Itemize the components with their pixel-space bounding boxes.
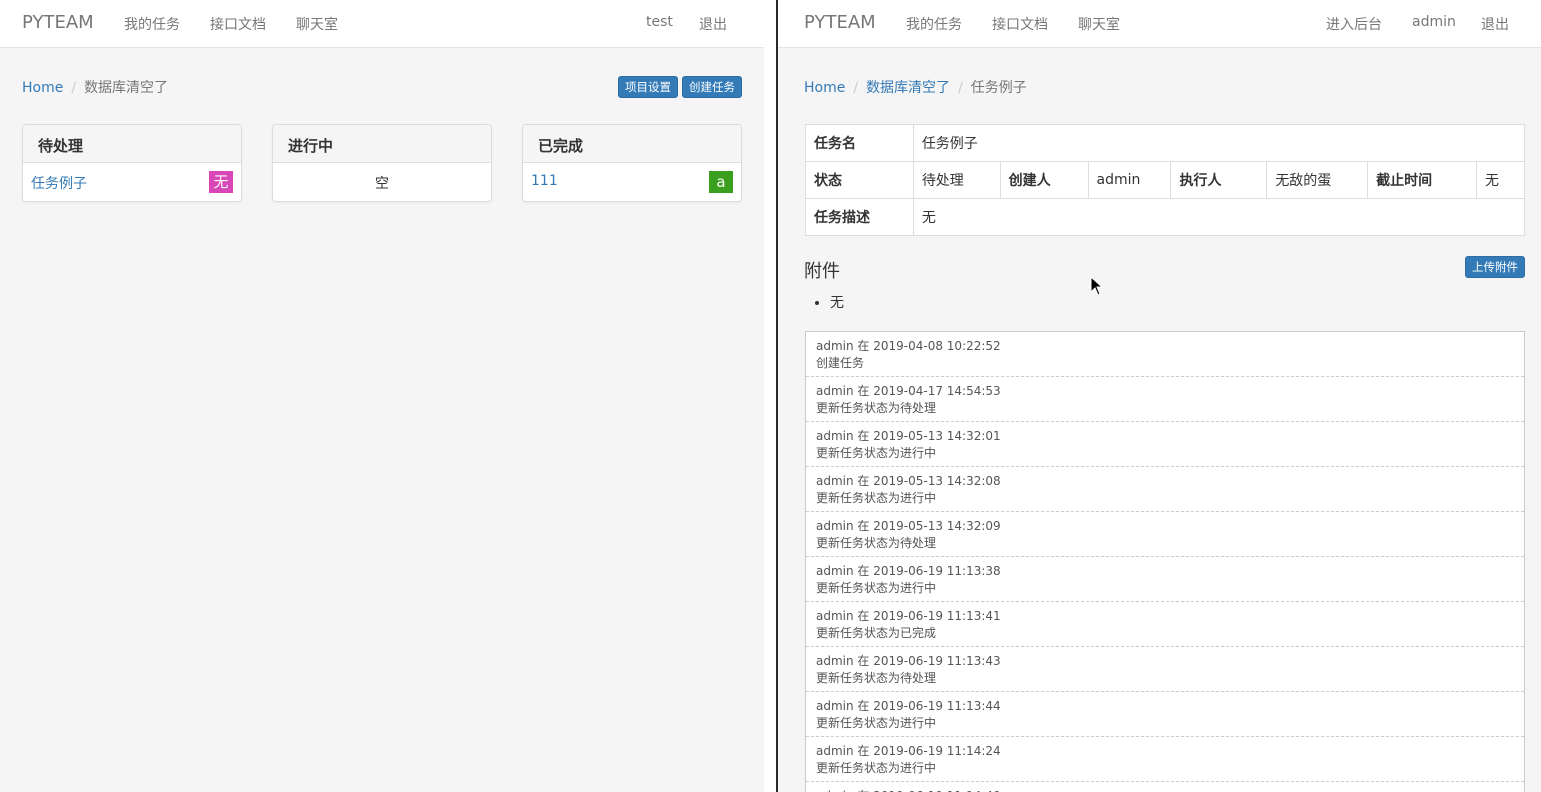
breadcrumb-home[interactable]: Home [804,80,845,96]
nav-logout[interactable]: 退出 [699,14,727,34]
breadcrumb: Home / 数据库清空了 / 任务例子 [804,77,1027,97]
nav-my-tasks[interactable]: 我的任务 [124,14,180,34]
column-done: 已完成 111 a [522,124,742,202]
right-window: PYTEAM 我的任务 接口文档 聊天室 进入后台 admin 退出 Home /… [778,0,1541,792]
top-navbar: PYTEAM 我的任务 接口文档 聊天室 进入后台 admin 退出 [778,0,1541,48]
column-pending: 待处理 任务例子 无 [22,124,242,202]
log-entry-text: 更新任务状态为进行中 [816,761,937,775]
deadline-value: 无 [1475,161,1526,199]
log-entry-text: 更新任务状态为待处理 [816,536,937,550]
column-title: 进行中 [273,125,491,163]
breadcrumb-home[interactable]: Home [22,80,63,96]
breadcrumb-separator: / [958,80,963,96]
deadline-label: 截止时间 [1367,161,1477,199]
log-entry-meta: admin 在 2019-04-17 14:54:53 [816,384,1001,398]
log-entry: admin 在 2019-06-19 11:14:40 [806,782,1524,792]
log-entry-meta: admin 在 2019-06-19 11:14:40 [816,788,1514,792]
avatar: a [709,171,733,193]
top-navbar: PYTEAM 我的任务 接口文档 聊天室 test 退出 [0,0,764,48]
nav-api-docs[interactable]: 接口文档 [210,14,266,34]
log-entry: admin 在 2019-05-13 14:32:01 更新任务状态为进行中 [806,422,1524,467]
nav-user[interactable]: test [646,14,673,30]
attachment-list: 无 [830,292,844,312]
left-window: PYTEAM 我的任务 接口文档 聊天室 test 退出 Home / 数据库清空了… [0,0,764,792]
log-entry-meta: admin 在 2019-05-13 14:32:08 [816,474,1001,488]
task-name-value: 任务例子 [912,124,1526,162]
nav-user[interactable]: admin [1412,14,1456,30]
status-value: 待处理 [912,161,1001,199]
log-entry-meta: admin 在 2019-04-08 10:22:52 [816,339,1001,353]
breadcrumb-separator: / [853,80,859,96]
assignee-label: 执行人 [1170,161,1268,199]
log-entry: admin 在 2019-06-19 11:13:41 更新任务状态为已完成 [806,602,1524,647]
mouse-cursor-icon [1090,276,1104,296]
row-task-description: 任务描述 无 [805,198,1526,236]
assignee-value: 无敌的蛋 [1266,161,1369,199]
log-entry-text: 更新任务状态为已完成 [816,626,937,640]
log-entry-text: 更新任务状态为待处理 [816,671,937,685]
nav-api-docs[interactable]: 接口文档 [992,14,1048,34]
column-in-progress: 进行中 空 [272,124,492,202]
breadcrumb: Home / 数据库清空了 [22,77,168,97]
log-entry-meta: admin 在 2019-06-19 11:13:41 [816,609,1001,623]
task-detail-table: 任务名 任务例子 状态 待处理 创建人 admin 执行人 无敌的蛋 截止时间 … [805,124,1526,236]
task-link[interactable]: 111 [531,173,558,189]
log-entry-text: 创建任务 [816,356,865,370]
log-entry: admin 在 2019-05-13 14:32:09 更新任务状态为待处理 [806,512,1524,557]
log-entry-meta: admin 在 2019-05-13 14:32:01 [816,429,1001,443]
description-value: 无 [912,198,1526,236]
create-task-button[interactable]: 创建任务 [682,76,742,98]
description-label: 任务描述 [805,198,914,236]
column-title: 待处理 [23,125,241,163]
attachments-title: 附件 [804,261,840,282]
breadcrumb-current: 任务例子 [970,80,1027,96]
task-card: 任务例子 无 [23,163,241,201]
log-entry-text: 更新任务状态为进行中 [816,446,937,460]
log-entry-meta: admin 在 2019-06-19 11:13:38 [816,564,1001,578]
task-card: 111 a [523,163,741,201]
brand-logo[interactable]: PYTEAM [22,12,94,33]
task-name-label: 任务名 [805,124,914,162]
task-link[interactable]: 任务例子 [31,176,87,192]
log-entry: admin 在 2019-05-13 14:32:08 更新任务状态为进行中 [806,467,1524,512]
project-settings-button[interactable]: 项目设置 [618,76,678,98]
creator-label: 创建人 [999,161,1089,199]
row-task-name: 任务名 任务例子 [805,124,1526,162]
log-entry-text: 更新任务状态为待处理 [816,401,937,415]
log-entry-meta: admin 在 2019-06-19 11:14:24 [816,744,1001,758]
nav-chat-room[interactable]: 聊天室 [296,14,338,34]
log-entry: admin 在 2019-06-19 11:13:44 更新任务状态为进行中 [806,692,1524,737]
creator-value: admin [1087,161,1172,199]
nav-logout[interactable]: 退出 [1481,14,1509,34]
log-entry: admin 在 2019-06-19 11:14:24 更新任务状态为进行中 [806,737,1524,782]
log-entry-text: 更新任务状态为进行中 [816,716,937,730]
row-task-meta: 状态 待处理 创建人 admin 执行人 无敌的蛋 截止时间 无 [805,161,1526,199]
empty-placeholder: 空 [375,176,389,192]
log-entry: admin 在 2019-04-17 14:54:53 更新任务状态为待处理 [806,377,1524,422]
log-entry-meta: admin 在 2019-06-19 11:13:43 [816,654,1001,668]
list-item: 无 [830,292,844,312]
log-entry: admin 在 2019-06-19 11:13:38 更新任务状态为进行中 [806,557,1524,602]
nav-my-tasks[interactable]: 我的任务 [906,14,962,34]
column-title: 已完成 [523,125,741,163]
nav-chat-room[interactable]: 聊天室 [1078,14,1120,34]
log-entry-text: 更新任务状态为进行中 [816,491,937,505]
log-entry-meta: admin 在 2019-06-19 11:13:44 [816,699,1001,713]
upload-attachment-button[interactable]: 上传附件 [1465,256,1525,278]
nav-admin-panel[interactable]: 进入后台 [1326,14,1382,34]
breadcrumb-project[interactable]: 数据库清空了 [866,80,950,96]
brand-logo[interactable]: PYTEAM [804,12,876,33]
activity-log: admin 在 2019-04-08 10:22:52 创建任务 admin 在 2… [805,331,1525,792]
left-window-scroll-gutter [764,0,776,792]
breadcrumb-separator: / [71,80,77,96]
log-entry: admin 在 2019-04-08 10:22:52 创建任务 [806,332,1524,377]
breadcrumb-current: 数据库清空了 [84,80,169,96]
log-entry-meta: admin 在 2019-05-13 14:32:09 [816,519,1001,533]
log-entry-text: 更新任务状态为进行中 [816,581,937,595]
status-label: 状态 [805,161,914,199]
avatar: 无 [209,171,233,193]
log-entry: admin 在 2019-06-19 11:13:43 更新任务状态为待处理 [806,647,1524,692]
